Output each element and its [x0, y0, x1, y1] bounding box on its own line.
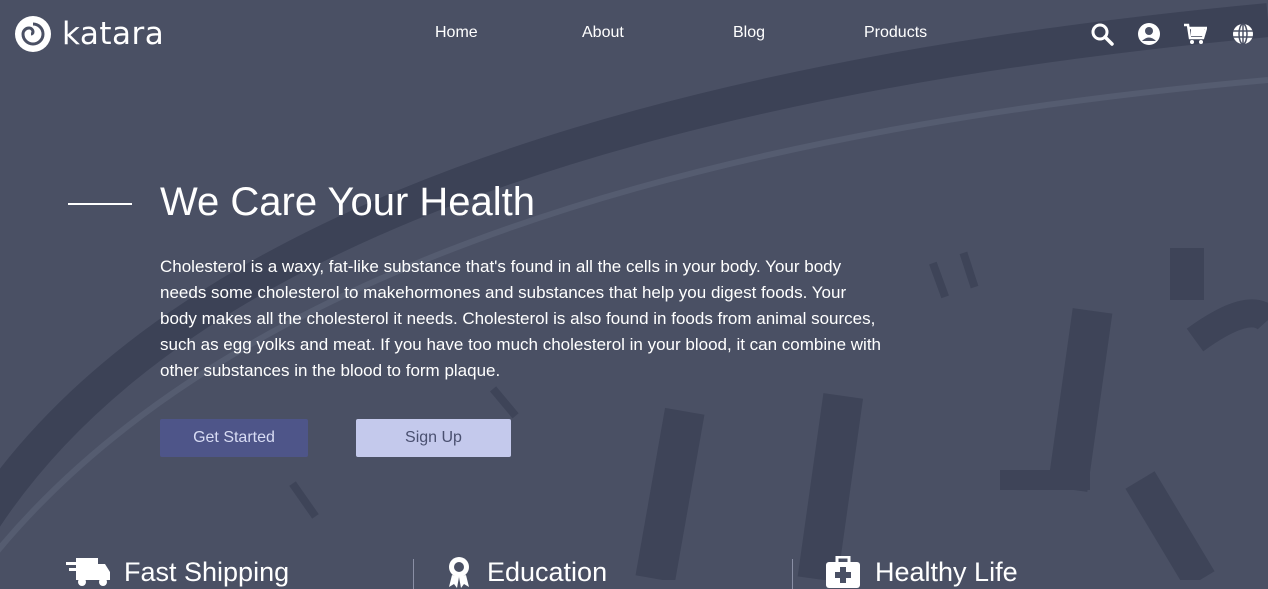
hero-description: Cholesterol is a waxy, fat-like substanc…	[160, 257, 882, 380]
feature-label: Education	[487, 556, 608, 587]
nav-products-link[interactable]: Products	[864, 24, 927, 42]
feature-label: Fast Shipping	[124, 556, 290, 587]
feature-divider	[792, 559, 793, 589]
brand-logo[interactable]: katara	[14, 15, 164, 53]
user-icon[interactable]	[1137, 22, 1161, 46]
nav-blog-link[interactable]: Blog	[733, 24, 765, 42]
nav-about-link[interactable]: About	[582, 24, 624, 42]
globe-icon[interactable]	[1231, 22, 1255, 46]
truck-icon	[66, 558, 110, 586]
swirl-logo-icon	[15, 16, 51, 52]
award-icon	[449, 557, 469, 588]
feature-label: Healthy Life	[875, 556, 1018, 587]
get-started-button[interactable]: Get Started	[160, 419, 308, 457]
feature-fast-shipping: Fast Shipping	[66, 556, 289, 588]
brand-name: katara	[62, 16, 165, 52]
sign-up-button[interactable]: Sign Up	[356, 419, 511, 457]
hero-decorative-line	[68, 203, 132, 205]
search-icon[interactable]	[1090, 22, 1114, 46]
feature-divider	[413, 559, 414, 589]
feature-education: Education	[445, 556, 607, 588]
hero-title: We Care Your Health	[160, 180, 536, 224]
cart-icon[interactable]	[1183, 22, 1207, 46]
medical-kit-icon	[826, 556, 860, 588]
feature-healthy-life: Healthy Life	[825, 556, 1018, 588]
nav-home-link[interactable]: Home	[435, 24, 478, 42]
